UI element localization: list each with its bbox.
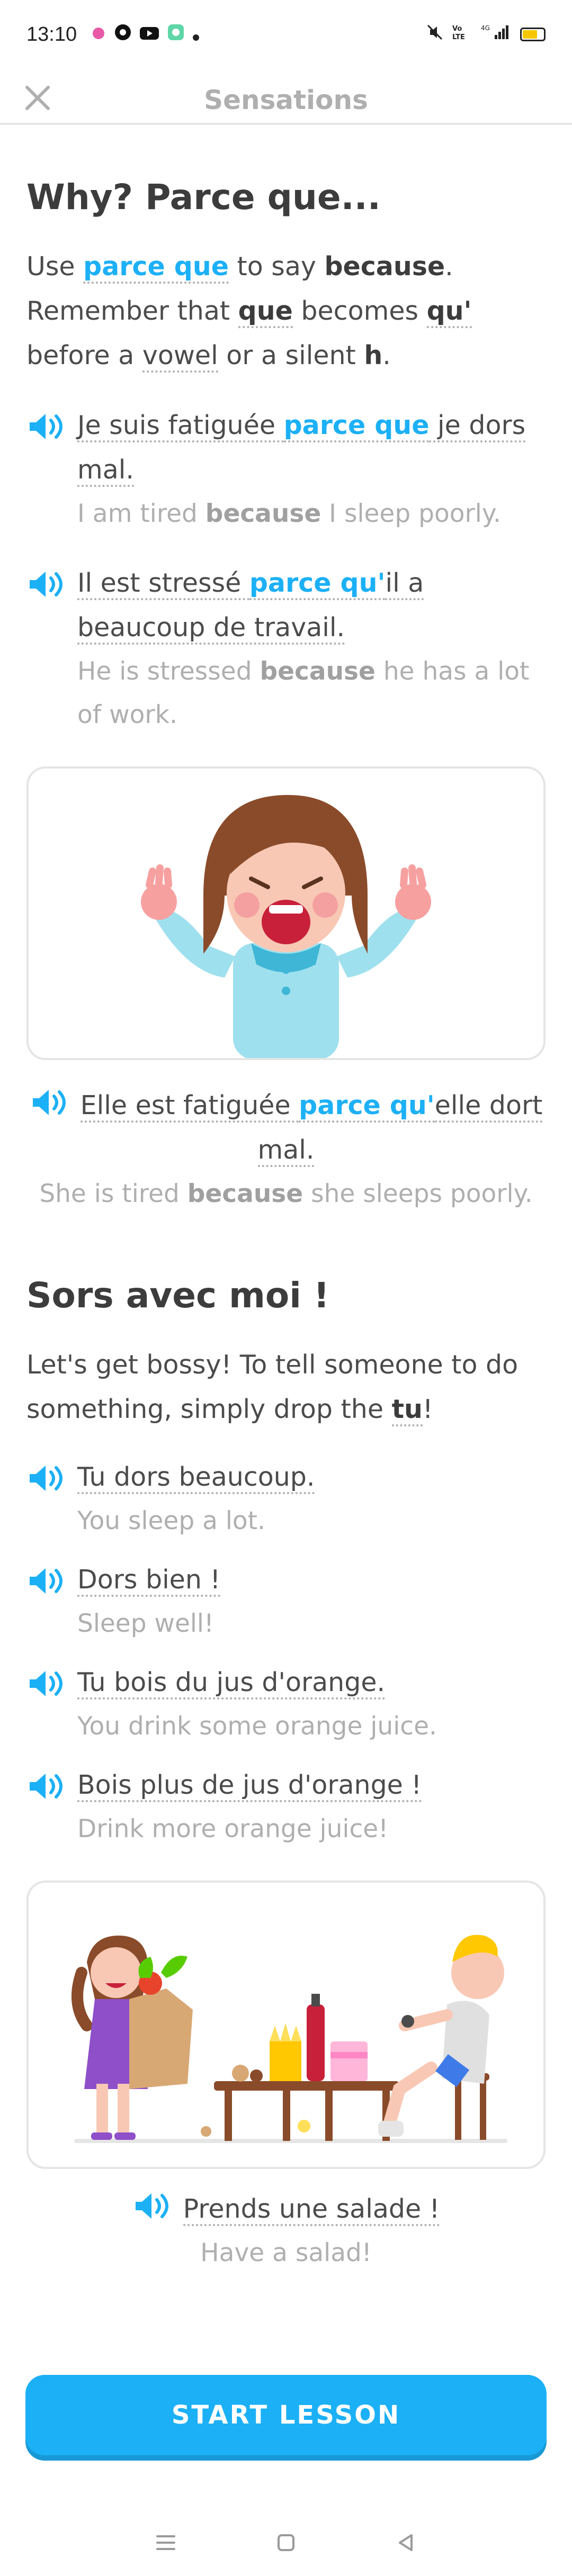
keyword-qu[interactable]: qu' (426, 296, 472, 328)
speaker-icon[interactable] (26, 568, 68, 600)
svg-text:Vo: Vo (452, 25, 462, 33)
svg-text:LTE: LTE (452, 33, 465, 41)
system-nav-bar (0, 2509, 572, 2576)
example-item: Je suis fatiguée parce que je dors mal. … (26, 403, 546, 536)
section-title-imperative: Sors avec moi ! (26, 1275, 329, 1316)
status-bar: 13:10 Vo LTE 4G (0, 0, 572, 69)
tips-content: Why? Parce que... Use parce que to say b… (26, 125, 546, 2275)
example-item: Tu dors beaucoup. You sleep a lot. (26, 1455, 546, 1543)
speaker-icon[interactable] (132, 2190, 174, 2222)
section-title-parce-que: Why? Parce que... (26, 177, 381, 218)
status-right: Vo LTE 4G (426, 23, 546, 46)
recents-button[interactable] (145, 2521, 187, 2564)
example-english: Drink more orange juice! (77, 1814, 389, 1843)
example-french[interactable]: Elle est fatiguée parce qu'elle dort mal… (26, 1083, 546, 1172)
speaker-icon[interactable] (30, 1087, 71, 1118)
signal-icon: 4G (481, 23, 512, 46)
back-button[interactable] (385, 2521, 427, 2564)
example-french[interactable]: Dors bien ! (77, 1558, 546, 1602)
home-button[interactable] (265, 2521, 307, 2564)
example-english: You sleep a lot. (77, 1506, 266, 1535)
keyword-vowel[interactable]: vowel (142, 340, 218, 373)
example-english: Sleep well! (77, 1609, 214, 1638)
example-english: You drink some orange juice. (77, 1712, 437, 1741)
lesson-header: Sensations (0, 69, 572, 125)
example-french[interactable]: Bois plus de jus d'orange ! (77, 1763, 546, 1807)
keyword-que[interactable]: que (238, 296, 293, 328)
example-french[interactable]: Tu bois du jus d'orange. (77, 1660, 546, 1705)
page-title: Sensations (204, 85, 368, 115)
more-notifications-icon (192, 23, 200, 46)
home-icon (277, 2534, 294, 2551)
illustration-example: Prends une salade ! Have a salad! (26, 2187, 546, 2275)
tired-woman-illustration (141, 795, 431, 1058)
start-lesson-button[interactable]: START LESSON (25, 2375, 547, 2455)
speaker-icon[interactable] (26, 1462, 68, 1494)
speaker-icon[interactable] (26, 1770, 68, 1802)
battery-icon (520, 28, 546, 41)
chat-notification-icon (167, 23, 185, 46)
food-table-illustration (72, 1935, 507, 2143)
speaker-icon[interactable] (26, 1565, 68, 1597)
speaker-icon[interactable] (26, 411, 68, 442)
example-french[interactable]: Il est stressé parce qu'il a beaucoup de… (77, 561, 546, 650)
example-item: Tu bois du jus d'orange. You drink some … (26, 1660, 546, 1748)
section-intro-imperative: Let's get bossy! To tell someone to do s… (26, 1343, 546, 1432)
example-item: Dors bien ! Sleep well! (26, 1558, 546, 1646)
example-english: I am tired because I sleep poorly. (77, 499, 501, 528)
example-french[interactable]: Tu dors beaucoup. (77, 1455, 546, 1499)
example-french[interactable]: Prends une salade ! (26, 2187, 546, 2231)
speaker-icon[interactable] (26, 1668, 68, 1700)
section-intro-parce-que: Use parce que to say because. Remember t… (26, 245, 546, 378)
app-notification-icon (91, 23, 106, 46)
youtube-notification-icon (139, 23, 159, 46)
example-english: He is stressed because he has a lot of w… (77, 657, 530, 729)
illustration-example: Elle est fatiguée parce qu'elle dort mal… (26, 1083, 546, 1216)
illustration-card-food (26, 1881, 546, 2169)
illustration-card-tired (26, 766, 546, 1060)
example-item: Il est stressé parce qu'il a beaucoup de… (26, 561, 546, 737)
keyword-tu[interactable]: tu (391, 1394, 423, 1426)
back-icon (398, 2534, 413, 2551)
network-type: 4G (481, 24, 490, 32)
keyword-parce-que[interactable]: parce que (83, 251, 229, 284)
example-english: Have a salad! (200, 2238, 372, 2267)
menu-icon (156, 2535, 176, 2550)
volte-icon: Vo LTE (452, 23, 472, 46)
status-time: 13:10 (26, 23, 77, 46)
example-english: She is tired because she sleeps poorly. (39, 1179, 533, 1208)
example-item: Bois plus de jus d'orange ! Drink more o… (26, 1763, 546, 1851)
mute-icon (426, 23, 444, 46)
game-notification-icon (114, 23, 132, 46)
example-french[interactable]: Je suis fatiguée parce que je dors mal. (77, 403, 546, 492)
